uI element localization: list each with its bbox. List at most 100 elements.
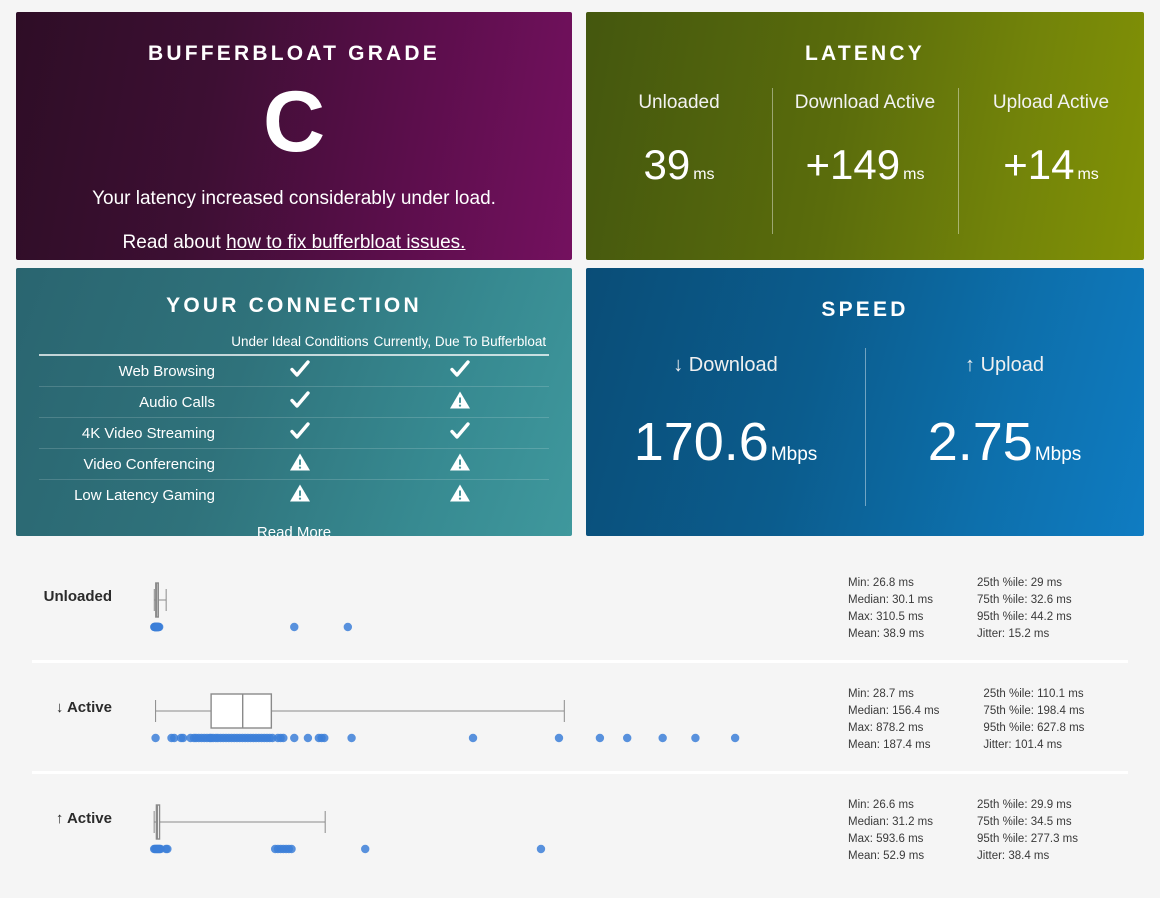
capability-current-status xyxy=(370,448,549,480)
capability-ideal-status xyxy=(229,480,371,511)
chart-row-label: ↓ Active xyxy=(55,699,112,716)
chart-stat-line: Jitter: 38.4 ms xyxy=(977,850,1050,862)
check-icon xyxy=(289,390,311,410)
capability-name: Web Browsing xyxy=(39,355,229,387)
box-plot xyxy=(120,663,820,771)
latency-unloaded-number: 39 xyxy=(643,141,691,188)
warning-icon xyxy=(449,452,471,472)
speed-download-number: 170.6 xyxy=(633,412,769,472)
capability-current-status xyxy=(370,386,549,418)
bufferbloat-grade-description: Your latency increased considerably unde… xyxy=(92,188,496,209)
your-connection-card: YOUR CONNECTION Under Ideal Conditions C… xyxy=(16,268,572,536)
box-plot xyxy=(120,774,820,882)
chart-stat-line: 75th %ile: 34.5 ms xyxy=(977,816,1072,828)
warning-icon xyxy=(449,483,471,503)
chart-stats: Min: 26.8 ms Median: 30.1 ms Max: 310.5 ms… xyxy=(848,576,1072,641)
capability-name: Video Conferencing xyxy=(39,448,229,480)
latency-unloaded-unit: ms xyxy=(693,166,715,183)
speed-upload-label: ↑ Upload xyxy=(965,354,1044,376)
capability-ideal-status xyxy=(229,355,371,387)
speed-download-label: ↓ Download xyxy=(673,354,778,376)
latency-upload-number: +14 xyxy=(1003,141,1075,188)
latency-chart-row: ↑ Active Min: 26.6 ms Median: 31.2 ms Max: … xyxy=(0,774,1160,882)
latency-card: LATENCY Unloaded 39 ms Download Active +1… xyxy=(586,12,1144,260)
latency-columns: Unloaded 39 ms Download Active +149 ms Upl… xyxy=(586,88,1144,242)
chart-stat-line: 25th %ile: 29 ms xyxy=(977,577,1063,589)
chart-stat-line: Median: 156.4 ms xyxy=(848,705,940,717)
speed-upload-value: 2.75 Mbps xyxy=(865,413,1144,484)
chart-stat-line: Median: 30.1 ms xyxy=(848,594,934,606)
connection-table-body: Web Browsing Audio Calls 4K Video Streamin… xyxy=(39,355,549,510)
connection-header-blank xyxy=(39,334,229,355)
speed-columns: ↓ Download 170.6 Mbps ↑ Upload 2.75 Mbps xyxy=(586,348,1144,524)
latency-upload-unit: ms xyxy=(1077,166,1099,183)
cards-row-bottom: YOUR CONNECTION Under Ideal Conditions C… xyxy=(16,268,1144,536)
chart-stat-line: Mean: 38.9 ms xyxy=(848,628,925,640)
summary-cards: BUFFERBLOAT GRADE C Your latency increas… xyxy=(16,12,1144,536)
connection-table-head: Under Ideal Conditions Currently, Due To… xyxy=(39,334,549,355)
bufferbloat-grade-letter: C xyxy=(262,74,326,170)
bufferbloat-results-page: BUFFERBLOAT GRADE C Your latency increas… xyxy=(0,0,1160,898)
connection-header-current: Currently, Due To Bufferbloat xyxy=(373,334,547,349)
connection-read-more-link[interactable]: Read More xyxy=(257,524,331,536)
latency-column-upload-active: Upload Active +14 ms xyxy=(958,88,1144,242)
chart-stat-line: Jitter: 101.4 ms xyxy=(983,739,1063,751)
latency-upload-value: +14 ms xyxy=(958,142,1144,198)
speed-card: SPEED ↓ Download 170.6 Mbps ↑ Upload 2.75… xyxy=(586,268,1144,536)
latency-distribution-charts: Unloaded Min: 26.8 ms Median: 30.1 ms Max: … xyxy=(0,552,1160,882)
chart-stats-column: 25th %ile: 29.9 ms 75th %ile: 34.5 ms 95th… xyxy=(977,798,1078,863)
bufferbloat-read-about-line: Read about how to fix bufferbloat issues… xyxy=(16,228,572,258)
latency-download-value: +149 ms xyxy=(772,142,958,198)
bufferbloat-grade-title: BUFFERBLOAT GRADE xyxy=(148,42,440,65)
chart-stat-line: Mean: 52.9 ms xyxy=(848,850,925,862)
chart-stats-column: Min: 26.6 ms Median: 31.2 ms Max: 593.6 ms… xyxy=(848,798,933,863)
latency-column-download-active: Download Active +149 ms xyxy=(772,88,958,242)
check-icon xyxy=(449,359,471,379)
chart-stats-column: Min: 28.7 ms Median: 156.4 ms Max: 878.2 m… xyxy=(848,687,939,752)
chart-stat-line: 25th %ile: 110.1 ms xyxy=(983,688,1084,700)
speed-upload-unit: Mbps xyxy=(1034,444,1082,465)
table-row: Video Conferencing xyxy=(39,448,549,480)
latency-download-label: Download Active xyxy=(794,92,936,113)
chart-stat-line: Min: 26.8 ms xyxy=(848,577,914,589)
latency-unloaded-label: Unloaded xyxy=(638,92,720,113)
chart-stat-line: Max: 310.5 ms xyxy=(848,611,924,623)
latency-column-unloaded: Unloaded 39 ms xyxy=(586,92,772,242)
chart-stat-line: Max: 878.2 ms xyxy=(848,722,924,734)
chart-stat-line: 95th %ile: 277.3 ms xyxy=(977,833,1079,845)
speed-title: SPEED xyxy=(821,298,909,321)
table-row: Low Latency Gaming xyxy=(39,480,549,511)
speed-column-download: ↓ Download 170.6 Mbps xyxy=(586,354,865,524)
speed-column-upload: ↑ Upload 2.75 Mbps xyxy=(865,348,1144,524)
check-icon xyxy=(289,421,311,441)
cards-row-top: BUFFERBLOAT GRADE C Your latency increas… xyxy=(16,12,1144,260)
chart-stat-line: Max: 593.6 ms xyxy=(848,833,924,845)
capability-ideal-status xyxy=(229,417,371,449)
chart-stat-line: 95th %ile: 627.8 ms xyxy=(983,722,1085,734)
chart-stat-line: Min: 26.6 ms xyxy=(848,799,914,811)
chart-stat-line: 95th %ile: 44.2 ms xyxy=(977,611,1072,623)
chart-stat-line: 25th %ile: 29.9 ms xyxy=(977,799,1072,811)
fix-bufferbloat-link[interactable]: how to fix bufferbloat issues. xyxy=(226,232,465,253)
capability-current-status xyxy=(370,417,549,449)
chart-row-label: Unloaded xyxy=(43,588,112,605)
chart-stats: Min: 28.7 ms Median: 156.4 ms Max: 878.2 m… xyxy=(848,687,1084,752)
connection-read-more-wrap: Read More xyxy=(16,524,572,536)
chart-stat-line: Min: 28.7 ms xyxy=(848,688,914,700)
capability-name: 4K Video Streaming xyxy=(39,417,229,449)
warning-icon xyxy=(289,452,311,472)
chart-stats-column: Min: 26.8 ms Median: 30.1 ms Max: 310.5 ms… xyxy=(848,576,933,641)
box-plot xyxy=(120,552,820,660)
latency-download-number: +149 xyxy=(805,141,901,188)
check-icon xyxy=(289,359,311,379)
capability-ideal-status xyxy=(229,448,371,480)
check-icon xyxy=(449,421,471,441)
table-row: Audio Calls xyxy=(39,386,549,418)
latency-title: LATENCY xyxy=(804,42,925,65)
speed-download-value: 170.6 Mbps xyxy=(586,413,865,484)
bufferbloat-grade-card: BUFFERBLOAT GRADE C Your latency increas… xyxy=(16,12,572,260)
chart-row-label: ↑ Active xyxy=(55,810,112,827)
connection-header-ideal: Under Ideal Conditions xyxy=(231,334,369,349)
latency-unloaded-value: 39 ms xyxy=(586,142,772,198)
warning-icon xyxy=(289,483,311,503)
